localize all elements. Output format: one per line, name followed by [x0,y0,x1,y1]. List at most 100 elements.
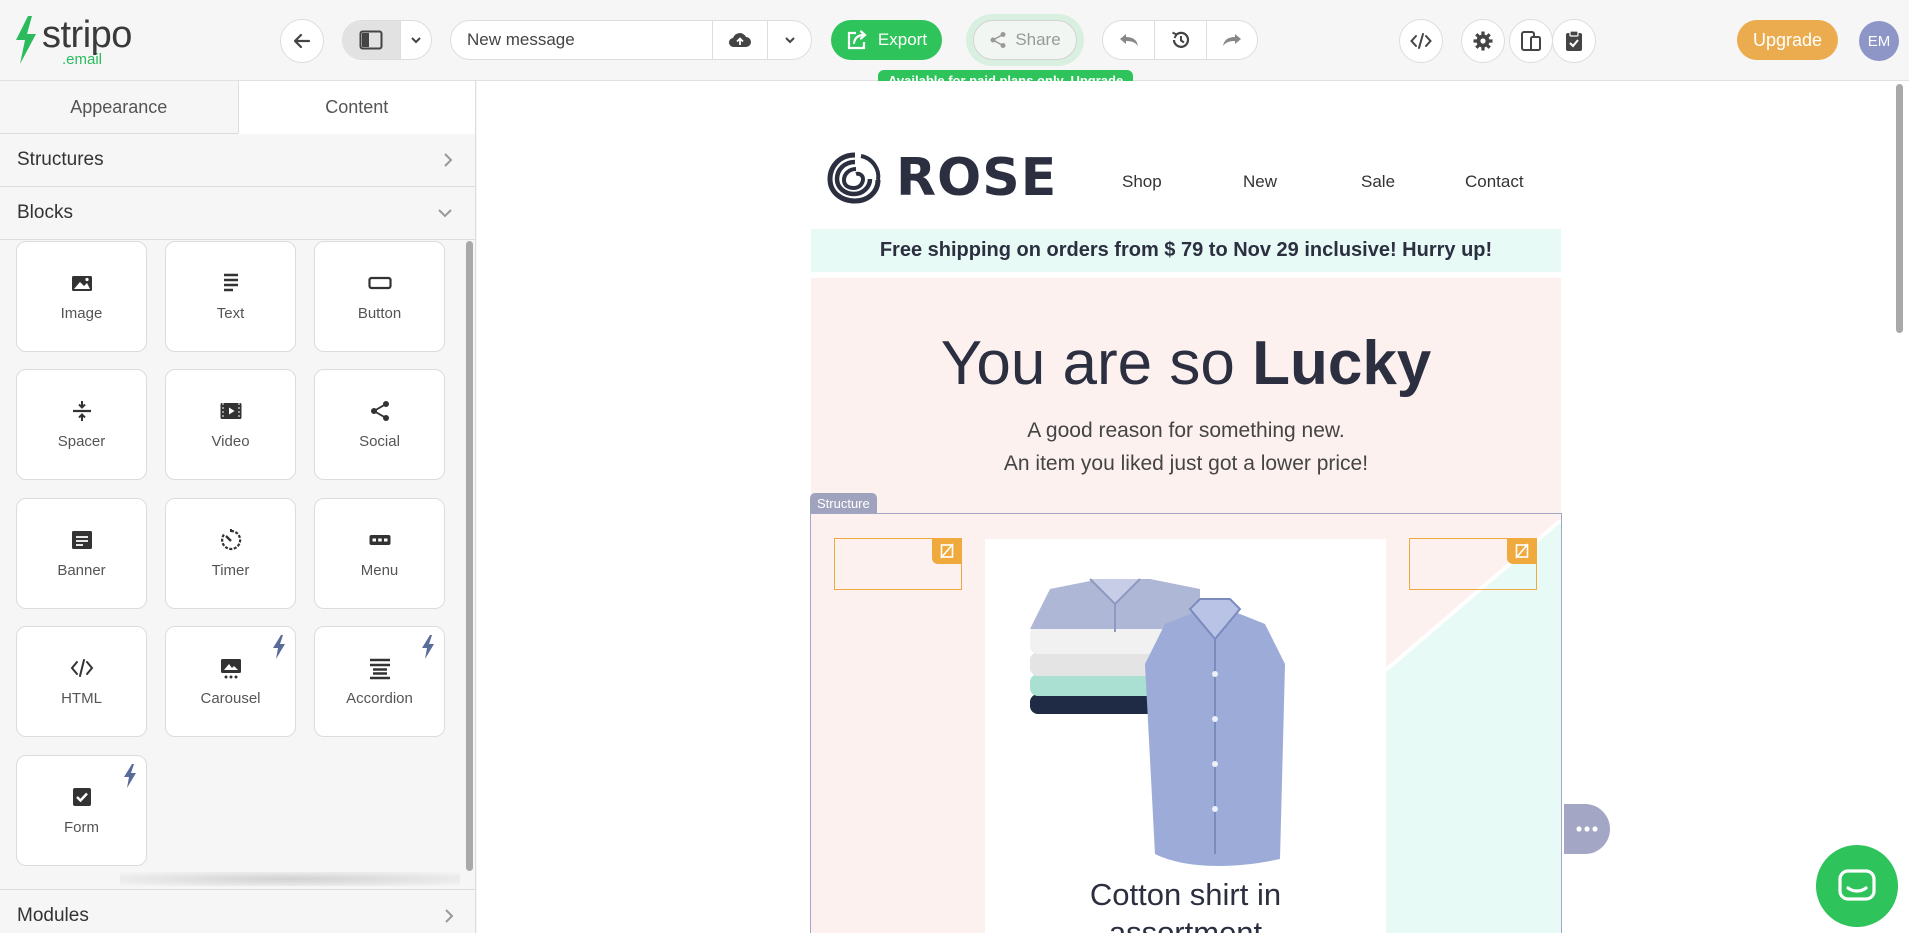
save-cloud-button[interactable] [711,21,768,59]
shirts-product-image[interactable] [985,539,1386,869]
email-nav-contact[interactable]: Contact [1465,172,1524,192]
block-timer[interactable]: Timer [165,498,296,609]
undo-icon [1119,34,1138,46]
email-nav-new[interactable]: New [1243,172,1277,192]
version-history-button[interactable] [1154,21,1205,59]
tab-content[interactable]: Content [237,81,475,134]
back-button[interactable] [280,19,324,63]
code-icon [1410,33,1432,49]
carousel-icon [220,659,241,679]
block-label: Timer [211,562,250,579]
block-social[interactable]: Social [314,369,445,480]
message-name-input[interactable] [451,21,711,59]
history-group [1102,20,1258,60]
clipboard-check-icon [1566,30,1582,51]
block-menu[interactable]: Menu [314,498,445,609]
code-editor-button[interactable] [1399,19,1443,63]
settings-button[interactable] [1461,19,1505,63]
layout-dropdown-button[interactable] [399,21,431,59]
product-title[interactable]: Cotton shirt in assortment [985,876,1386,933]
brand-name: ROSE [896,148,1058,208]
accordion-icon [369,658,390,680]
product-title-line2: assortment [1108,915,1263,933]
block-button[interactable]: Button [314,241,445,352]
layout-toggle-button[interactable] [343,21,400,59]
layout-toggle-group [342,20,432,60]
share-button[interactable]: Share [973,20,1077,60]
chevron-down-icon [438,209,452,218]
redo-icon [1222,34,1241,46]
empty-image-placeholder-right[interactable] [1409,538,1537,590]
hero-title[interactable]: You are so Lucky [811,328,1561,399]
share-label: Share [1015,30,1061,49]
chevron-down-icon [784,37,795,44]
export-icon [847,30,867,50]
history-icon [1171,31,1189,48]
tab-appearance[interactable]: Appearance [0,81,238,133]
undo-button[interactable] [1103,21,1154,59]
block-html[interactable]: HTML [16,626,147,737]
layout-panel-icon [359,30,383,50]
block-accordion[interactable]: Accordion [314,626,445,737]
chevron-down-icon [411,37,421,44]
email-nav-shop[interactable]: Shop [1122,172,1162,192]
block-banner[interactable]: Banner [16,498,147,609]
rose-brand-logo[interactable]: ROSE [826,148,1057,208]
user-avatar[interactable]: EM [1859,21,1899,61]
redo-button[interactable] [1205,21,1257,59]
shipping-banner[interactable]: Free shipping on orders from $ 79 to Nov… [811,229,1561,272]
pro-bolt-icon [422,635,434,659]
pro-bolt-icon [273,635,285,659]
banner-icon [71,531,92,549]
product-title-line1: Cotton shirt in [1089,877,1282,912]
block-label: Carousel [200,690,261,707]
support-chat-button[interactable] [1816,845,1898,927]
structure-tag[interactable]: Structure [810,493,877,513]
block-label: Social [359,433,400,450]
canvas-scrollbar[interactable] [1896,84,1903,333]
message-name-group [450,20,812,60]
no-image-icon [932,538,962,564]
form-checkbox-icon [72,788,91,806]
block-spacer[interactable]: Spacer [16,369,147,480]
block-label: Video [211,433,250,450]
top-toolbar: stripo .email New message Export Share U… [0,0,1909,81]
button-icon [367,276,392,290]
sidebar-tabs: Appearance Content [0,81,475,134]
hero-subtitle-line1[interactable]: A good reason for something new. [811,419,1561,443]
hero-title-light: You are so [940,329,1253,398]
share-button-wrapper: Share [966,14,1084,66]
hero-subtitle-line2[interactable]: An item you liked just got a lower price… [811,452,1561,476]
block-form[interactable]: Form [16,755,147,866]
empty-image-placeholder-left[interactable] [834,538,962,590]
modules-section-header[interactable]: Modules [0,889,476,933]
block-video[interactable]: Video [165,369,296,480]
structures-label: Structures [17,149,104,170]
email-nav-sale[interactable]: Sale [1361,172,1395,192]
device-preview-button[interactable] [1509,19,1553,63]
blocks-section-header[interactable]: Blocks [0,187,475,240]
rose-swirl-icon [827,152,881,204]
export-label: Export [877,30,928,49]
product-card[interactable] [985,539,1386,933]
chat-icon [1838,869,1876,901]
block-text[interactable]: Text [165,241,296,352]
stripo-logo[interactable]: stripo .email [14,16,132,67]
sidebar-scroll-shadow [120,872,460,886]
left-sidebar: Appearance Content Structures Blocks Ima… [0,81,476,933]
message-name-wrapper [451,21,712,59]
block-carousel[interactable]: Carousel [165,626,296,737]
export-button[interactable]: Export [831,20,942,60]
block-label: Image [60,305,103,322]
spacer-icon [72,401,91,421]
social-icon [370,401,389,421]
more-dots-icon [1576,826,1598,832]
save-dropdown-button[interactable] [767,21,811,59]
upgrade-button[interactable]: Upgrade [1737,20,1838,60]
share-icon [990,32,1006,48]
test-checklist-button[interactable] [1552,19,1596,63]
structures-section-header[interactable]: Structures [0,134,475,187]
sidebar-scrollbar[interactable] [466,241,473,871]
block-label: Accordion [346,690,413,707]
block-image[interactable]: Image [16,241,147,352]
